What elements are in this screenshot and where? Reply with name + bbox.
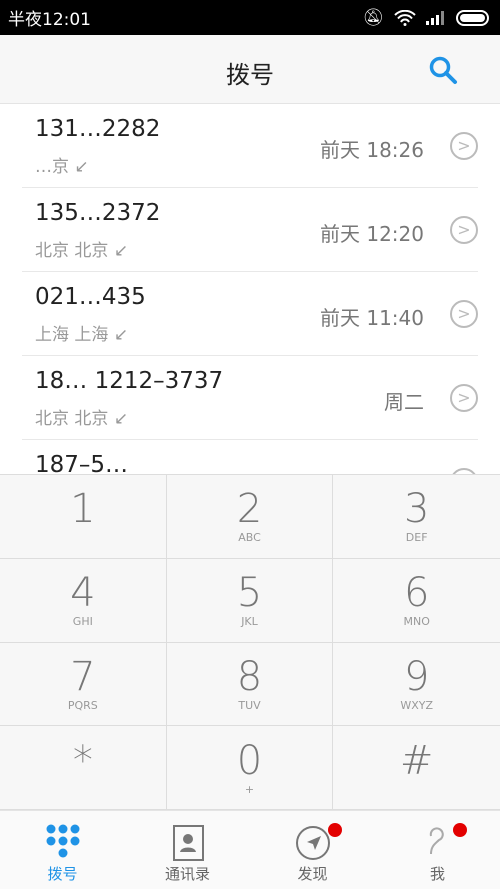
tab-label: 通讯录 [164, 865, 210, 883]
key-letters: PQRS [67, 698, 98, 712]
location-text: …京 [35, 157, 69, 177]
call-details-chevron-icon[interactable]: > [450, 132, 478, 160]
key-digit: 7 [70, 653, 96, 700]
call-log-row[interactable]: 135…2372 北京 北京 ↙ 前天 12:20 > [22, 188, 478, 272]
call-details-chevron-icon[interactable]: > [450, 384, 478, 412]
location-text: 北京 北京 [35, 409, 109, 429]
key-7[interactable]: 8 TUV [166, 642, 334, 727]
page-title: 拨号 [226, 61, 274, 89]
call-details-chevron-icon[interactable]: > [450, 216, 478, 244]
phone-number: 18… 1212–3737 [35, 368, 224, 394]
key-letters: ABC [238, 531, 261, 545]
incoming-call-icon: ↙ [113, 409, 129, 429]
call-time: 前天 18:26 [320, 138, 424, 162]
key-digit: # [399, 737, 434, 784]
incoming-call-icon: ↙ [113, 241, 129, 261]
key-9[interactable]: * [0, 726, 167, 810]
key-0[interactable]: 1 [0, 475, 167, 559]
key-digit: * [72, 737, 93, 784]
contacts-icon [172, 825, 204, 861]
key-letters: GHI [72, 615, 93, 629]
key-2[interactable]: 3 DEF [333, 475, 500, 559]
key-5[interactable]: 6 MNO [333, 558, 500, 643]
key-1[interactable]: 2 ABC [166, 475, 334, 559]
key-digit: 5 [236, 570, 263, 617]
call-log-row[interactable]: 021…435 上海 上海 ↙ 前天 11:40 > [22, 272, 478, 356]
tab-contacts[interactable]: 通讯录 [125, 811, 250, 889]
call-location: 上海 上海 ↙ [35, 320, 128, 345]
incoming-call-icon: ↙ [74, 157, 89, 177]
tab-dial[interactable]: 拨号 [0, 811, 125, 889]
tab-label: 拨号 [47, 865, 78, 883]
key-letters: MNO [403, 615, 430, 629]
key-digit: 3 [403, 486, 430, 533]
key-4[interactable]: 5 JKL [166, 558, 334, 643]
key-8[interactable]: 9 WXYZ [333, 642, 500, 727]
dial-keypad: 1 2 ABC 3 DEF 4 GHI 5 JKL 6 MNO 7 PQRS 8… [0, 474, 500, 810]
wifi-icon [394, 9, 416, 26]
compass-icon [295, 826, 330, 860]
call-log-row[interactable]: 187–5… > [22, 440, 478, 474]
tab-discover[interactable]: 发现 [250, 811, 375, 889]
call-location: 北京 北京 ↙ [35, 404, 128, 429]
key-11[interactable]: # [333, 726, 500, 810]
key-digit: 8 [236, 653, 263, 700]
location-text: 上海 上海 [35, 325, 109, 345]
call-time: 前天 12:20 [320, 222, 424, 246]
search-icon[interactable] [428, 55, 458, 85]
call-details-chevron-icon[interactable]: > [450, 300, 478, 328]
dialpad-icon [46, 824, 79, 858]
key-digit: 6 [403, 570, 430, 617]
mute-icon: 🔕︎ [362, 7, 384, 28]
status-bar: 半夜12:01 🔕︎ [0, 0, 500, 35]
phone-number: 187–5… [35, 452, 129, 474]
call-time: 周二 [384, 390, 424, 414]
profile-icon [429, 827, 444, 855]
key-6[interactable]: 7 PQRS [0, 642, 167, 727]
key-letters: DEF [405, 531, 428, 545]
call-log-row[interactable]: 18… 1212–3737 北京 北京 ↙ 周二 > [22, 356, 478, 440]
tab-label: 发现 [297, 865, 328, 883]
call-log: 131…2282 …京 ↙ 前天 18:26 > 135…2372 北京 北京 … [0, 104, 500, 474]
key-letters: JKL [241, 615, 258, 629]
call-time: 前天 11:40 [320, 306, 424, 330]
phone-number: 135…2372 [35, 200, 161, 226]
key-digit: 2 [236, 486, 263, 533]
tab-me[interactable]: 我 [375, 811, 500, 889]
bottom-nav: 拨号 通讯录 发现 我 [0, 810, 500, 889]
tab-label: 我 [429, 865, 445, 883]
key-digit: 9 [403, 653, 430, 700]
incoming-call-icon: ↙ [113, 325, 129, 345]
call-location: 北京 北京 ↙ [35, 236, 128, 261]
key-3[interactable]: 4 GHI [0, 558, 167, 643]
key-digit: 0 [236, 737, 263, 784]
phone-number: 131…2282 [35, 116, 161, 142]
call-location: …京 ↙ [35, 152, 89, 177]
key-10[interactable]: 0 + [166, 726, 334, 810]
key-letters: + [244, 782, 255, 796]
key-digit: 4 [70, 570, 96, 617]
status-time: 半夜12:01 [8, 10, 91, 30]
key-letters: WXYZ [400, 698, 433, 712]
notification-badge [453, 823, 467, 837]
header: 拨号 [0, 35, 500, 104]
key-letters: TUV [238, 698, 261, 712]
call-log-row[interactable]: 131…2282 …京 ↙ 前天 18:26 > [22, 104, 478, 188]
phone-number: 021…435 [35, 284, 146, 310]
battery-icon [456, 9, 489, 26]
notification-badge [328, 823, 342, 837]
signal-icon [426, 10, 444, 25]
key-digit: 1 [70, 486, 96, 533]
location-text: 北京 北京 [35, 241, 109, 261]
